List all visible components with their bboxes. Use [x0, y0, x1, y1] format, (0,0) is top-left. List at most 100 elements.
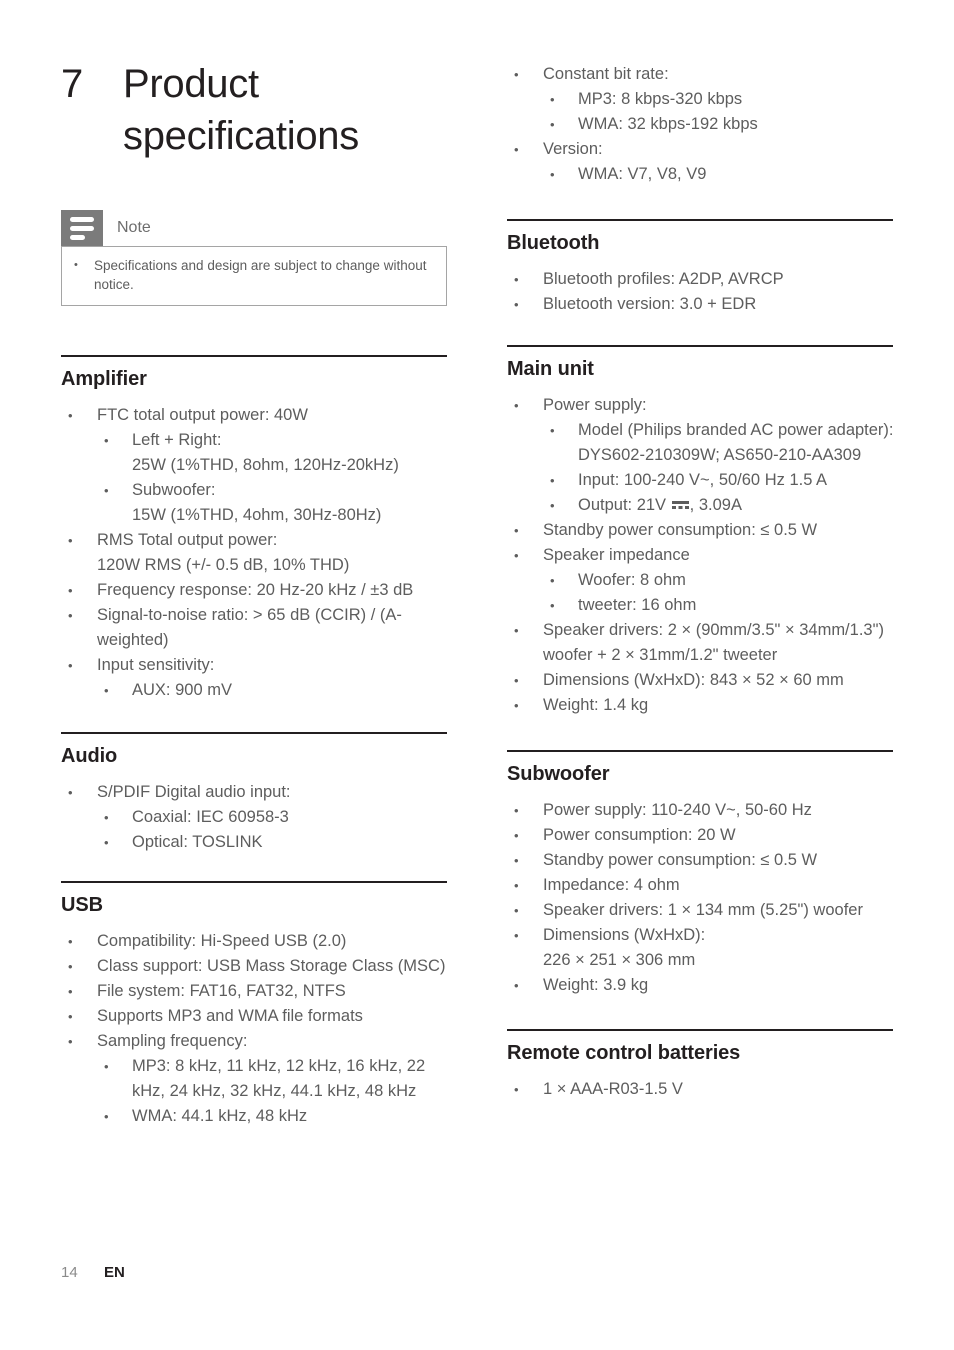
bullet-glyph: •: [514, 142, 519, 157]
spec-list-item: • RMS Total output power: 120W RMS (+/- 0.…: [61, 528, 451, 578]
bullet-glyph: •: [550, 473, 555, 488]
spec-sublist-item: • Model (Philips branded AC power adapter…: [543, 418, 897, 468]
spec-item-text: Sampling frequency:: [97, 1032, 248, 1050]
bullet-glyph: •: [68, 1034, 73, 1049]
note-icon-bar-1: [70, 216, 94, 222]
spec-list-item: • 1 × AAA-R03-1.5 V: [507, 1077, 897, 1102]
note-lines-icon: [61, 210, 103, 246]
bullet-glyph: •: [514, 272, 519, 287]
spec-item-text: Weight: 1.4 kg: [543, 696, 649, 714]
document-page: 7 Product specifications Note • Specific…: [0, 0, 954, 1350]
spec-item-text: Bluetooth version: 3.0 + EDR: [543, 295, 757, 313]
spec-sublist: • Woofer: 8 ohm • tweeter: 16 ohm: [543, 568, 897, 618]
bullet-glyph: •: [68, 934, 73, 949]
bullet-glyph: •: [104, 483, 109, 498]
spec-item-detail: 25W (1%THD, 8ohm, 120Hz-20kHz): [132, 456, 399, 474]
bullet-glyph: •: [514, 978, 519, 993]
section-heading: USB: [61, 894, 103, 916]
spec-list-item: • Weight: 1.4 kg: [507, 693, 897, 718]
spec-item-text: Supports MP3 and WMA file formats: [97, 1007, 363, 1025]
spec-list-item: • FTC total output power: 40W • Left + Righ…: [61, 403, 451, 528]
bullet-glyph: •: [514, 878, 519, 893]
bullet-glyph: •: [68, 608, 73, 623]
bullet-glyph: •: [68, 408, 73, 423]
bullet-glyph: •: [514, 67, 519, 82]
left-column: Amplifier • FTC total output power: 40W • Le…: [61, 355, 451, 1129]
spec-sublist-item: • Subwoofer: 15W (1%THD, 4ohm, 30Hz-80Hz): [97, 478, 451, 528]
spec-sublist: • MP3: 8 kHz, 11 kHz, 12 kHz, 16 kHz, 22 …: [97, 1054, 451, 1129]
spec-list-item: • Impedance: 4 ohm: [507, 873, 897, 898]
note-icon-bar-3: [70, 234, 85, 240]
spec-item-text: Compatibility: Hi-Speed USB (2.0): [97, 932, 347, 950]
spec-section: Subwoofer • Power supply: 110-240 V~, 50-6…: [507, 750, 897, 998]
note-icon-bar-2: [70, 225, 94, 231]
spec-list-item: • Supports MP3 and WMA file formats: [61, 1004, 451, 1029]
spec-list-item: • Standby power consumption: ≤ 0.5 W: [507, 848, 897, 873]
spec-item-text: WMA: 32 kbps-192 kbps: [578, 115, 758, 133]
spec-sublist-item: • Optical: TOSLINK: [97, 830, 451, 855]
spec-list: • 1 × AAA-R03-1.5 V: [507, 1077, 897, 1102]
spec-list-item: • Standby power consumption: ≤ 0.5 W: [507, 518, 897, 543]
spec-item-text: Output: 21V: [578, 496, 667, 514]
spec-sublist-item: • MP3: 8 kHz, 11 kHz, 12 kHz, 16 kHz, 22 …: [97, 1054, 451, 1104]
spec-sublist: • WMA: V7, V8, V9: [543, 162, 897, 187]
section-divider: [61, 881, 447, 883]
spec-item-detail: 15W (1%THD, 4ohm, 30Hz-80Hz): [132, 506, 382, 524]
bullet-glyph: •: [550, 423, 555, 438]
spec-section: Remote control batteries • 1 × AAA-R03-1.5…: [507, 1029, 897, 1102]
spec-item-text: Version:: [543, 140, 603, 158]
dc-current-icon: [671, 500, 689, 509]
bullet-glyph: •: [514, 548, 519, 563]
section-divider: [507, 1029, 893, 1031]
page-title: 7 Product specifications: [61, 58, 461, 162]
bullet-glyph: •: [68, 583, 73, 598]
spec-item-text: MP3: 8 kbps-320 kbps: [578, 90, 743, 108]
spec-list-item: • Power consumption: 20 W: [507, 823, 897, 848]
spec-section: Amplifier • FTC total output power: 40W • Le…: [61, 355, 451, 703]
note-item-text: Specifications and design are subject to…: [94, 258, 427, 292]
bullet-glyph: •: [514, 803, 519, 818]
spec-item-text: Impedance: 4 ohm: [543, 876, 680, 894]
spec-item-text: Standby power consumption: ≤ 0.5 W: [543, 521, 818, 539]
spec-item-text: Power supply: 110-240 V~, 50-60 Hz: [543, 801, 812, 819]
spec-list-item: • Signal-to-noise ratio: > 65 dB (CCIR) /…: [61, 603, 451, 653]
spec-item-text: Power supply:: [543, 396, 647, 414]
chapter-title-text: Product specifications: [123, 62, 359, 158]
bullet-glyph: •: [104, 683, 109, 698]
bullet-glyph: •: [514, 673, 519, 688]
section-heading: Main unit: [507, 358, 594, 380]
spec-sublist-item: • Left + Right: 25W (1%THD, 8ohm, 120Hz-20…: [97, 428, 451, 478]
spec-list: • Compatibility: Hi-Speed USB (2.0) • Class…: [61, 929, 451, 1129]
spec-item-text: Woofer: 8 ohm: [578, 571, 686, 589]
spec-item-text: Frequency response: 20 Hz-20 kHz / ±3 dB: [97, 581, 414, 599]
page-footer: 14 EN: [61, 1264, 125, 1281]
spec-item-text: Bluetooth profiles: A2DP, AVRCP: [543, 270, 784, 288]
spec-sublist-item: • Output: 21V , 3.09A: [543, 493, 897, 518]
spec-item-text: Standby power consumption: ≤ 0.5 W: [543, 851, 818, 869]
section-divider: [507, 345, 893, 347]
bullet-glyph: •: [550, 117, 555, 132]
spec-item-text: Power consumption: 20 W: [543, 826, 736, 844]
bullet-glyph: •: [74, 259, 78, 271]
bullet-glyph: •: [104, 835, 109, 850]
spec-item-text: WMA: 44.1 kHz, 48 kHz: [132, 1107, 308, 1125]
spec-item-text: RMS Total output power:: [97, 531, 278, 549]
spec-item-text: Dimensions (WxHxD):: [543, 926, 706, 944]
spec-item-text: Model (Philips branded AC power adapter)…: [578, 421, 894, 464]
section-heading: Amplifier: [61, 368, 147, 390]
bullet-glyph: •: [68, 1009, 73, 1024]
spec-list-item: • Version: • WMA: V7, V8, V9: [507, 137, 897, 187]
spec-sublist-item: • Coaxial: IEC 60958-3: [97, 805, 451, 830]
bullet-glyph: •: [550, 167, 555, 182]
bullet-glyph: •: [550, 573, 555, 588]
spec-item-text: Dimensions (WxHxD): 843 × 52 × 60 mm: [543, 671, 844, 689]
spec-item-text-after: , 3.09A: [689, 496, 742, 514]
spec-list-item: • Speaker drivers: 1 × 134 mm (5.25") woo…: [507, 898, 897, 923]
bullet-glyph: •: [104, 810, 109, 825]
spec-item-text: WMA: V7, V8, V9: [578, 165, 707, 183]
bullet-glyph: •: [104, 433, 109, 448]
spec-sublist: • Model (Philips branded AC power adapter…: [543, 418, 897, 518]
spec-section: Bluetooth • Bluetooth profiles: A2DP, AVRC…: [507, 219, 897, 317]
bullet-glyph: •: [514, 828, 519, 843]
spec-list-item: • Speaker impedance • Woofer: 8 ohm • tweeter…: [507, 543, 897, 618]
